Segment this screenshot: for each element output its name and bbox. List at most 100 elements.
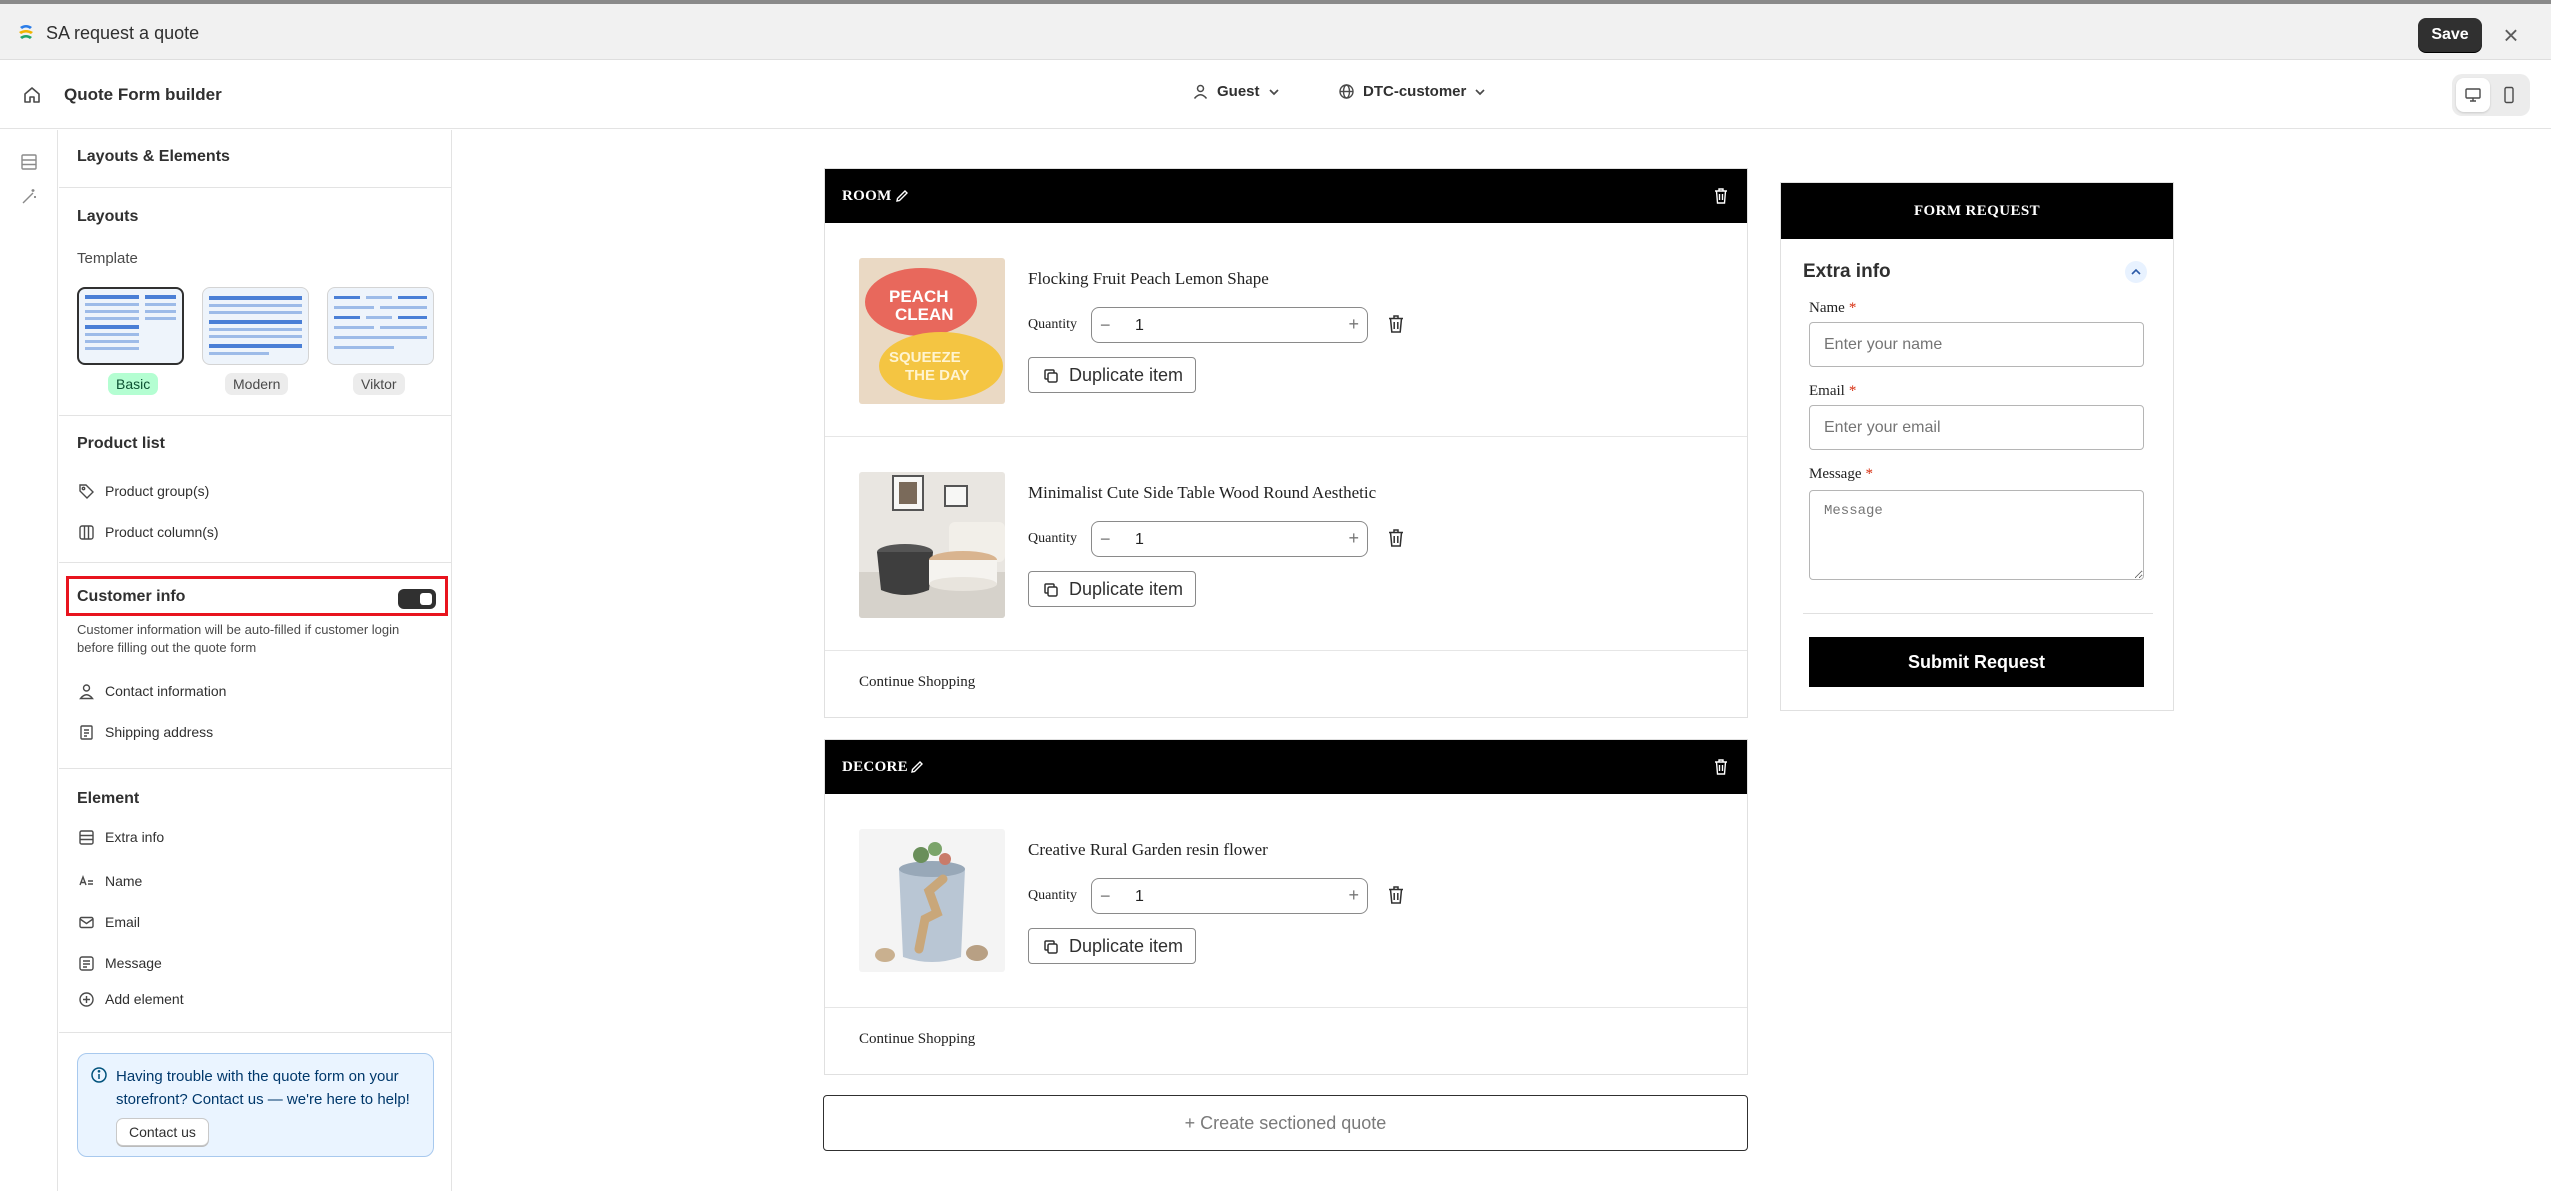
duplicate-label: Duplicate item bbox=[1069, 936, 1184, 956]
product-row: PEACH CLEAN SQUEEZE THE DAY Flocking Fru… bbox=[825, 223, 1747, 437]
chevron-up-icon bbox=[2131, 268, 2141, 275]
continue-shopping-link[interactable]: Continue Shopping bbox=[859, 674, 975, 691]
duplicate-item-button[interactable]: Duplicate item bbox=[1028, 357, 1197, 393]
product-row: Minimalist Cute Side Table Wood Round Ae… bbox=[825, 437, 1747, 651]
divider bbox=[59, 768, 452, 769]
market-select[interactable]: DTC-customer bbox=[1338, 83, 1486, 100]
quantity-value[interactable]: 1 bbox=[1135, 888, 1144, 906]
sidebar-item-label: Add element bbox=[105, 991, 184, 1007]
icon-rail bbox=[0, 130, 58, 1191]
view-toggle bbox=[2452, 74, 2530, 116]
desktop-view-button[interactable] bbox=[2456, 78, 2490, 112]
quantity-value[interactable]: 1 bbox=[1135, 317, 1144, 335]
template-label: Template bbox=[77, 250, 138, 267]
svg-text:THE DAY: THE DAY bbox=[905, 367, 969, 384]
message-field[interactable] bbox=[1809, 490, 2144, 580]
sidebar-heading: Layouts & Elements bbox=[77, 148, 230, 165]
sidebar-item-message[interactable]: Message bbox=[77, 954, 162, 972]
app-logo-icon bbox=[19, 25, 33, 39]
plus-circle-icon bbox=[78, 991, 94, 1007]
home-icon[interactable] bbox=[22, 85, 42, 105]
chevron-down-icon bbox=[1475, 88, 1485, 95]
pencil-icon[interactable] bbox=[894, 188, 910, 204]
duplicate-label: Duplicate item bbox=[1069, 365, 1184, 385]
submit-request-button[interactable]: Submit Request bbox=[1809, 637, 2144, 687]
extra-info-title: Extra info bbox=[1803, 261, 1891, 282]
name-field[interactable] bbox=[1809, 322, 2144, 367]
sidebar-item-label: Email bbox=[105, 914, 141, 930]
template-tag-modern: Modern bbox=[225, 373, 289, 395]
toggle-knob bbox=[420, 593, 432, 605]
customer-info-description: Customer information will be auto-filled… bbox=[77, 622, 400, 655]
add-element-button[interactable]: Add element bbox=[77, 990, 184, 1008]
quantity-stepper[interactable]: − 1 + bbox=[1091, 521, 1368, 557]
minus-icon[interactable]: − bbox=[1100, 315, 1111, 336]
collapse-button[interactable] bbox=[2125, 261, 2147, 283]
continue-row: Continue Shopping bbox=[825, 1008, 1747, 1074]
duplicate-icon bbox=[1044, 940, 1058, 954]
save-button[interactable]: Save bbox=[2418, 18, 2482, 52]
quantity-stepper[interactable]: − 1 + bbox=[1091, 307, 1368, 343]
pencil-icon[interactable] bbox=[909, 759, 925, 775]
duplicate-label: Duplicate item bbox=[1069, 579, 1184, 599]
minus-icon[interactable]: − bbox=[1100, 529, 1111, 550]
svg-text:PEACH: PEACH bbox=[889, 287, 949, 306]
sidebar-item-contact-information[interactable]: Contact information bbox=[77, 682, 226, 700]
continue-shopping-link[interactable]: Continue Shopping bbox=[859, 1031, 975, 1048]
sidebar-item-label: Product column(s) bbox=[105, 524, 219, 540]
email-label: Email * bbox=[1809, 383, 1857, 399]
section-header: DECORE bbox=[825, 740, 1747, 794]
trash-icon[interactable] bbox=[1713, 758, 1729, 776]
quantity-value[interactable]: 1 bbox=[1135, 531, 1144, 549]
plus-icon[interactable]: + bbox=[1348, 885, 1359, 906]
element-title: Element bbox=[77, 790, 140, 807]
sidebar-item-product-groups[interactable]: Product group(s) bbox=[77, 482, 209, 500]
sidebar-item-email[interactable]: Email bbox=[77, 913, 140, 931]
info-icon bbox=[91, 1067, 107, 1083]
plus-icon[interactable]: + bbox=[1348, 314, 1359, 335]
quantity-label: Quantity bbox=[1028, 888, 1077, 903]
create-sectioned-quote-button[interactable]: + Create sectioned quote bbox=[823, 1095, 1748, 1151]
divider bbox=[59, 187, 452, 188]
product-image-side-table bbox=[859, 472, 1005, 618]
trash-icon[interactable] bbox=[1713, 187, 1729, 205]
template-card-basic[interactable] bbox=[77, 287, 184, 365]
sidebar-item-product-columns[interactable]: Product column(s) bbox=[77, 523, 219, 541]
duplicate-item-button[interactable]: Duplicate item bbox=[1028, 571, 1197, 607]
trash-icon[interactable] bbox=[1387, 885, 1405, 905]
email-field[interactable] bbox=[1809, 405, 2144, 450]
trash-icon[interactable] bbox=[1387, 528, 1405, 548]
name-label: Name * bbox=[1809, 300, 1857, 316]
layout-list-icon[interactable] bbox=[19, 152, 39, 172]
trash-icon[interactable] bbox=[1387, 314, 1405, 334]
plus-icon[interactable]: + bbox=[1348, 528, 1359, 549]
sidebar-item-label: Message bbox=[105, 955, 162, 971]
section-title: DECORE bbox=[842, 759, 908, 775]
section-header: ROOM bbox=[825, 169, 1747, 223]
duplicate-icon bbox=[1044, 583, 1058, 597]
template-card-viktor[interactable] bbox=[327, 287, 434, 365]
app-titlebar: SA request a quote Save × bbox=[0, 4, 2551, 60]
address-icon bbox=[79, 724, 93, 740]
text-icon bbox=[78, 874, 93, 885]
contact-us-button[interactable]: Contact us bbox=[116, 1118, 209, 1146]
sidebar-item-name[interactable]: Name bbox=[77, 872, 142, 890]
divider bbox=[1803, 613, 2153, 614]
template-card-modern[interactable] bbox=[202, 287, 309, 365]
customer-type-select[interactable]: Guest bbox=[1192, 83, 1280, 100]
table-icon bbox=[78, 829, 94, 845]
quantity-stepper[interactable]: − 1 + bbox=[1091, 878, 1368, 914]
close-icon[interactable]: × bbox=[2496, 20, 2526, 50]
minus-icon[interactable]: − bbox=[1100, 886, 1111, 907]
duplicate-item-button[interactable]: Duplicate item bbox=[1028, 928, 1197, 964]
section-title: ROOM bbox=[842, 188, 892, 204]
tag-icon bbox=[78, 483, 94, 499]
mobile-view-button[interactable] bbox=[2492, 78, 2526, 112]
magic-wand-icon[interactable] bbox=[19, 187, 39, 207]
sidebar-item-label: Shipping address bbox=[105, 724, 214, 740]
message-icon bbox=[78, 955, 94, 971]
product-image-resin-flower bbox=[859, 829, 1005, 972]
sidebar-item-extra-info[interactable]: Extra info bbox=[77, 828, 164, 846]
customer-info-toggle[interactable] bbox=[398, 589, 436, 609]
sidebar-item-shipping-address[interactable]: Shipping address bbox=[77, 723, 213, 741]
